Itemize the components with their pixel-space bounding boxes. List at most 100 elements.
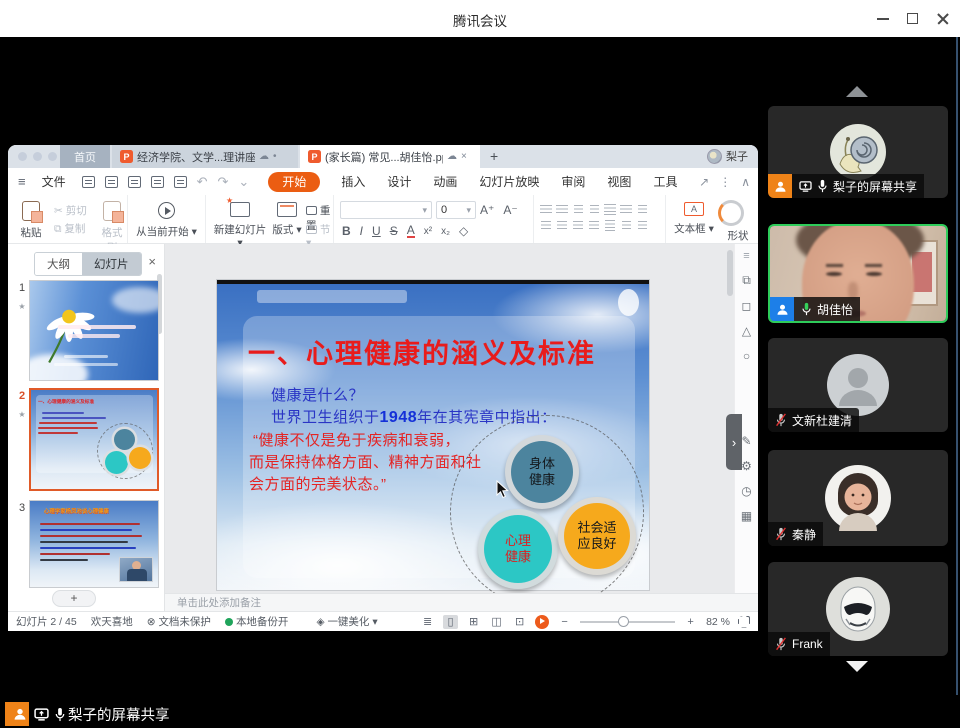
clear-format-button[interactable]: ◇ xyxy=(459,224,468,238)
strip-handle-icon[interactable]: ≡ xyxy=(743,250,749,262)
print-icon[interactable] xyxy=(151,176,164,188)
panel-close-icon[interactable]: × xyxy=(148,254,156,269)
participant-tile[interactable]: Frank xyxy=(768,562,948,656)
projector-button[interactable]: ⊡ xyxy=(512,615,527,629)
panel-expander[interactable]: › xyxy=(726,414,742,470)
tab-home[interactable]: 首页 xyxy=(60,145,110,168)
beautify-button[interactable]: ◈ 一键美化 ▾ xyxy=(316,614,377,629)
export-pdf-icon[interactable] xyxy=(128,176,141,188)
share-banner-text: 梨子的屏幕共享 xyxy=(68,704,170,725)
shape-button[interactable]: 形状 xyxy=(718,200,758,243)
close-button[interactable] xyxy=(928,0,958,37)
subscript-button[interactable]: x₂ xyxy=(441,226,450,237)
zoom-slider[interactable] xyxy=(580,621,675,623)
save-icon[interactable] xyxy=(105,176,118,188)
hamburger-icon[interactable]: ≡ xyxy=(18,174,26,189)
layout-icon xyxy=(277,202,297,217)
tab-slides[interactable]: 幻灯片 xyxy=(82,253,141,275)
participant-tile-sharer[interactable]: 梨子的屏幕共享 xyxy=(768,106,948,198)
menu-review[interactable]: 审阅 xyxy=(561,173,585,190)
bold-button[interactable]: B xyxy=(342,224,351,238)
textbox-button[interactable]: A 文本框 ▾ xyxy=(674,202,714,236)
fit-slide-icon[interactable] xyxy=(738,616,750,628)
menu-view[interactable]: 视图 xyxy=(607,173,631,190)
menu-design[interactable]: 设计 xyxy=(387,173,411,190)
menu-animation[interactable]: 动画 xyxy=(433,173,457,190)
paragraph-tools-group[interactable] xyxy=(534,195,666,243)
slide-canvas[interactable]: 一、心理健康的涵义及标准 健康是什么？ 世界卫生组织于1948年在其宪章中指出：… xyxy=(165,244,734,593)
theme-name[interactable]: 欢天喜地 xyxy=(91,614,133,629)
italic-button[interactable]: I xyxy=(360,224,363,238)
slide-sorter-button[interactable]: ⊞ xyxy=(466,615,481,629)
settings-icon[interactable]: ⚙ xyxy=(741,459,752,473)
redo-icon[interactable]: ↷ xyxy=(218,174,229,190)
seal-icon[interactable]: ○ xyxy=(743,349,750,363)
canvas-scrollbar[interactable] xyxy=(727,250,733,296)
participant-tile[interactable]: 文新杜建清 xyxy=(768,338,948,432)
copy-button[interactable]: ⧉ 复制 xyxy=(54,221,85,236)
reading-view-button[interactable]: ◫ xyxy=(489,615,504,629)
backup-status[interactable]: 本地备份开 xyxy=(225,614,289,629)
font-color-button[interactable]: A xyxy=(407,224,415,238)
strikethrough-button[interactable]: S xyxy=(390,224,398,238)
new-slide-button[interactable]: 新建幻灯片 ▾ xyxy=(212,202,268,249)
participant-tile-speaking[interactable]: 胡佳怡 xyxy=(768,224,948,323)
slide-thumbnail-3[interactable]: 心理学家杨凤池谈心理健康 xyxy=(29,500,159,588)
more-icon[interactable]: ⋮ xyxy=(719,175,731,189)
quickbar-caret-icon[interactable]: ⌄ xyxy=(238,174,249,190)
scroll-down-arrow[interactable] xyxy=(846,661,868,672)
doc-tab-1[interactable]: P 经济学院、文学...理讲座.ppt ☁ • xyxy=(112,145,298,168)
notes-bar[interactable]: 单击此处添加备注 xyxy=(165,593,758,611)
minimize-button[interactable] xyxy=(868,0,898,37)
slide-thumbnail-1[interactable] xyxy=(29,280,159,381)
collapse-ribbon-icon[interactable]: ∧ xyxy=(741,175,750,189)
image-panel-icon[interactable]: ▦ xyxy=(741,509,752,523)
superscript-button[interactable]: x² xyxy=(424,226,432,237)
menu-tools[interactable]: 工具 xyxy=(653,173,677,190)
decrease-font-button[interactable]: A⁻ xyxy=(503,203,517,217)
share-doc-icon[interactable]: ↗ xyxy=(699,175,709,189)
zoom-out-button[interactable]: − xyxy=(557,615,572,629)
notes-toggle-icon[interactable]: ≣ xyxy=(420,615,435,629)
sidebar-scrollbar[interactable] xyxy=(956,37,958,695)
shapes-panel-icon[interactable]: ◻ xyxy=(742,299,752,313)
slide-editor[interactable]: 一、心理健康的涵义及标准 健康是什么？ 世界卫生组织于1948年在其宪章中指出：… xyxy=(217,280,649,590)
slideshow-play-button[interactable] xyxy=(535,615,549,629)
object-properties-icon[interactable]: ⧉ xyxy=(742,273,751,288)
normal-view-button[interactable]: ▯ xyxy=(443,615,458,629)
paste-button[interactable]: 粘贴 xyxy=(16,201,46,240)
new-tab-button[interactable]: + xyxy=(490,148,498,164)
screen-share-icon xyxy=(799,181,812,192)
traffic-dots-icon xyxy=(18,152,57,161)
font-family-select[interactable]: ▾ xyxy=(340,201,432,219)
menu-start-active[interactable]: 开始 xyxy=(268,172,320,192)
scroll-up-arrow[interactable] xyxy=(846,86,868,97)
protection-status[interactable]: ⊗ 文档未保护 xyxy=(147,614,211,629)
maximize-button[interactable] xyxy=(898,0,928,37)
menu-insert[interactable]: 插入 xyxy=(341,173,365,190)
undo-icon[interactable]: ↶ xyxy=(197,174,208,190)
print-preview-icon[interactable] xyxy=(174,176,187,188)
menu-file[interactable]: 文件 xyxy=(42,173,66,190)
account-chip[interactable]: 梨子 xyxy=(707,148,748,164)
design-tools-icon[interactable]: △ xyxy=(742,324,751,338)
beautify-pen-icon[interactable]: ✎ xyxy=(741,434,751,448)
from-current-button[interactable]: 从当前开始 ▾ xyxy=(128,195,206,243)
zoom-knob[interactable] xyxy=(618,616,629,627)
layout-button[interactable]: 版式 ▾ xyxy=(270,202,304,237)
underline-button[interactable]: U xyxy=(372,224,381,238)
tab-close-icon[interactable]: × xyxy=(461,151,467,162)
increase-font-button[interactable]: A⁺ xyxy=(480,203,494,217)
open-icon[interactable] xyxy=(82,176,95,188)
participant-sidebar: 梨子的屏幕共享 xyxy=(762,37,960,695)
history-icon[interactable]: ◷ xyxy=(741,484,751,498)
zoom-in-button[interactable]: + xyxy=(683,615,698,629)
doc-tab-2-active[interactable]: P (家长篇) 常见...胡佳怡.ppt ☁ × xyxy=(300,145,480,168)
add-slide-button[interactable]: + xyxy=(52,590,96,607)
participant-tile[interactable]: 秦静 xyxy=(768,450,948,546)
slide-thumbnail-2-selected[interactable]: 一、心理健康的涵义及标准 xyxy=(29,388,159,491)
font-size-select[interactable]: 0▾ xyxy=(436,201,476,219)
tab-outline[interactable]: 大纲 xyxy=(35,253,82,275)
menu-slideshow[interactable]: 幻灯片放映 xyxy=(479,173,539,190)
cut-button[interactable]: ✂ 剪切 xyxy=(54,203,87,218)
